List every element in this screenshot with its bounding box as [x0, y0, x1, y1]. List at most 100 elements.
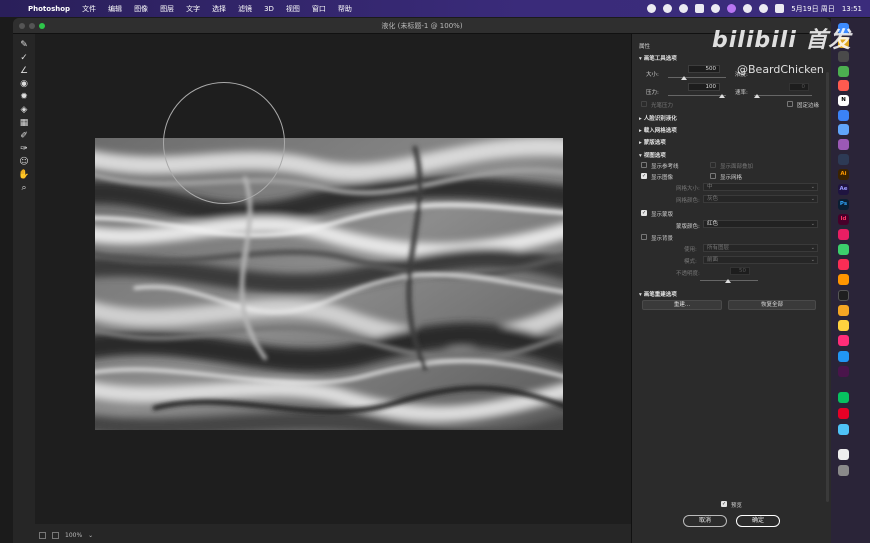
hand-tool-icon[interactable]: ✋: [18, 170, 30, 180]
netease-music-icon[interactable]: [838, 408, 849, 419]
maps-icon[interactable]: [838, 244, 849, 255]
preview-checkbox[interactable]: ✓: [721, 501, 727, 507]
sync-icon[interactable]: [679, 4, 689, 13]
menu-help[interactable]: 帮助: [332, 4, 358, 14]
section-load-mesh[interactable]: ▸ 载入网格选项: [639, 126, 677, 134]
bloat-tool-icon[interactable]: ◈: [18, 105, 30, 115]
notion-icon[interactable]: N: [838, 95, 849, 106]
cancel-button[interactable]: 取消: [683, 515, 727, 527]
time-machine-icon[interactable]: [838, 424, 849, 435]
after-effects-icon[interactable]: Ae: [838, 184, 849, 195]
menu-layer[interactable]: 图层: [154, 4, 180, 14]
menu-date[interactable]: 5月19日 周日: [791, 4, 835, 14]
section-mask-options[interactable]: ▸ 蒙版选项: [639, 138, 666, 146]
forward-warp-tool-icon[interactable]: ✎: [18, 40, 30, 50]
rate-slider-knob[interactable]: [754, 94, 760, 98]
thaw-mask-tool-icon[interactable]: ✑: [18, 144, 30, 154]
podcast-icon[interactable]: [838, 80, 849, 91]
smooth-tool-icon[interactable]: ∠: [18, 66, 30, 76]
show-image-checkbox[interactable]: ✓: [641, 173, 647, 179]
restore-all-button[interactable]: 恢复全部: [728, 300, 816, 310]
twirl-tool-icon[interactable]: ◉: [18, 79, 30, 89]
blender-icon[interactable]: [838, 305, 849, 316]
wifi-icon[interactable]: [743, 4, 753, 13]
sketch-icon[interactable]: [838, 320, 849, 331]
pin-edges-checkbox[interactable]: [787, 101, 793, 107]
show-mesh-checkbox[interactable]: [710, 173, 716, 179]
show-guides-checkbox[interactable]: [641, 162, 647, 168]
size-slider[interactable]: [668, 77, 726, 78]
menu-filter[interactable]: 滤镜: [232, 4, 258, 14]
opacity-field[interactable]: 50: [730, 267, 750, 275]
size-field[interactable]: 500: [688, 65, 720, 73]
input-method-icon[interactable]: [695, 4, 705, 13]
show-face-overlay-checkbox[interactable]: [710, 162, 716, 168]
section-face-aware[interactable]: ▸ 人脸识别液化: [639, 114, 677, 122]
push-left-tool-icon[interactable]: ▦: [18, 118, 30, 128]
toolbox-icon[interactable]: [838, 335, 849, 346]
wechat-icon[interactable]: [838, 392, 849, 403]
freeze-mask-tool-icon[interactable]: ✐: [18, 131, 30, 141]
user-icon[interactable]: [711, 4, 721, 13]
show-mask-checkbox[interactable]: ✓: [641, 210, 647, 216]
ok-button[interactable]: 确定: [736, 515, 780, 527]
zoom-window-button[interactable]: [39, 23, 45, 29]
panel-scrollbar[interactable]: [826, 72, 829, 502]
mode-select[interactable]: 前面 ⌄: [703, 256, 818, 264]
brush-options-header[interactable]: ▾ 画笔工具选项: [639, 54, 677, 62]
zoom-level[interactable]: 100%: [65, 532, 82, 539]
photoshop-icon[interactable]: Ps: [838, 199, 849, 210]
figma-icon[interactable]: [838, 154, 849, 165]
menu-photoshop[interactable]: Photoshop: [22, 5, 76, 13]
section-reconstruct[interactable]: ▾ 画笔重建选项: [639, 290, 677, 298]
search-icon[interactable]: [759, 4, 769, 13]
mask-color-select[interactable]: 红色 ⌄: [703, 220, 818, 228]
mesh-size-select[interactable]: 中 ⌄: [703, 183, 818, 191]
face-tool-icon[interactable]: ☺: [18, 157, 30, 167]
mesh-color-select[interactable]: 灰色 ⌄: [703, 195, 818, 203]
pressure-slider[interactable]: [668, 95, 726, 96]
chevron-down-icon[interactable]: ⌄: [88, 532, 93, 539]
menu-select[interactable]: 选择: [206, 4, 232, 14]
illustrator-icon[interactable]: Ai: [838, 169, 849, 180]
stylus-pressure-checkbox[interactable]: [641, 101, 647, 107]
xcode-icon[interactable]: [838, 124, 849, 135]
control-center-icon[interactable]: [775, 4, 785, 13]
menu-time[interactable]: 13:51: [842, 5, 862, 13]
trash-icon[interactable]: [838, 465, 849, 476]
menu-edit[interactable]: 编辑: [102, 4, 128, 14]
rate-slider[interactable]: [754, 95, 812, 96]
minimize-window-button[interactable]: [29, 23, 35, 29]
menu-window[interactable]: 窗口: [306, 4, 332, 14]
marble-image-canvas[interactable]: [95, 138, 563, 430]
pixelmator-icon[interactable]: [838, 229, 849, 240]
opacity-slider-knob[interactable]: [725, 279, 731, 283]
photos-icon[interactable]: [838, 274, 849, 285]
display-icon[interactable]: [838, 290, 849, 301]
section-view-options[interactable]: ▾ 视图选项: [639, 151, 666, 159]
safari-icon[interactable]: [838, 351, 849, 362]
zoom-out-button[interactable]: [39, 531, 46, 539]
music-icon[interactable]: [838, 259, 849, 270]
pressure-field[interactable]: 100: [688, 83, 720, 91]
menu-view[interactable]: 视图: [280, 4, 306, 14]
siri-icon[interactable]: [727, 4, 737, 13]
reconstruct-button[interactable]: 重建...: [642, 300, 722, 310]
podcast-app-icon[interactable]: [838, 139, 849, 150]
pressure-slider-knob[interactable]: [719, 94, 725, 98]
record-icon[interactable]: [647, 4, 657, 13]
menu-type[interactable]: 文字: [180, 4, 206, 14]
rate-field[interactable]: 0: [789, 83, 809, 91]
appstore-icon[interactable]: [838, 110, 849, 121]
zoom-tool-icon[interactable]: ⌕: [18, 183, 30, 193]
menu-3d[interactable]: 3D: [258, 5, 280, 13]
reconstruct-tool-icon[interactable]: ✓: [18, 53, 30, 63]
pucker-tool-icon[interactable]: ✹: [18, 92, 30, 102]
zoom-in-button[interactable]: [52, 531, 59, 539]
menu-image[interactable]: 图像: [128, 4, 154, 14]
show-backdrop-checkbox[interactable]: [641, 234, 647, 240]
slack-icon[interactable]: [838, 366, 849, 377]
use-select[interactable]: 所有图层 ⌄: [703, 244, 818, 252]
canvas-area[interactable]: [35, 34, 631, 524]
close-window-button[interactable]: [19, 23, 25, 29]
